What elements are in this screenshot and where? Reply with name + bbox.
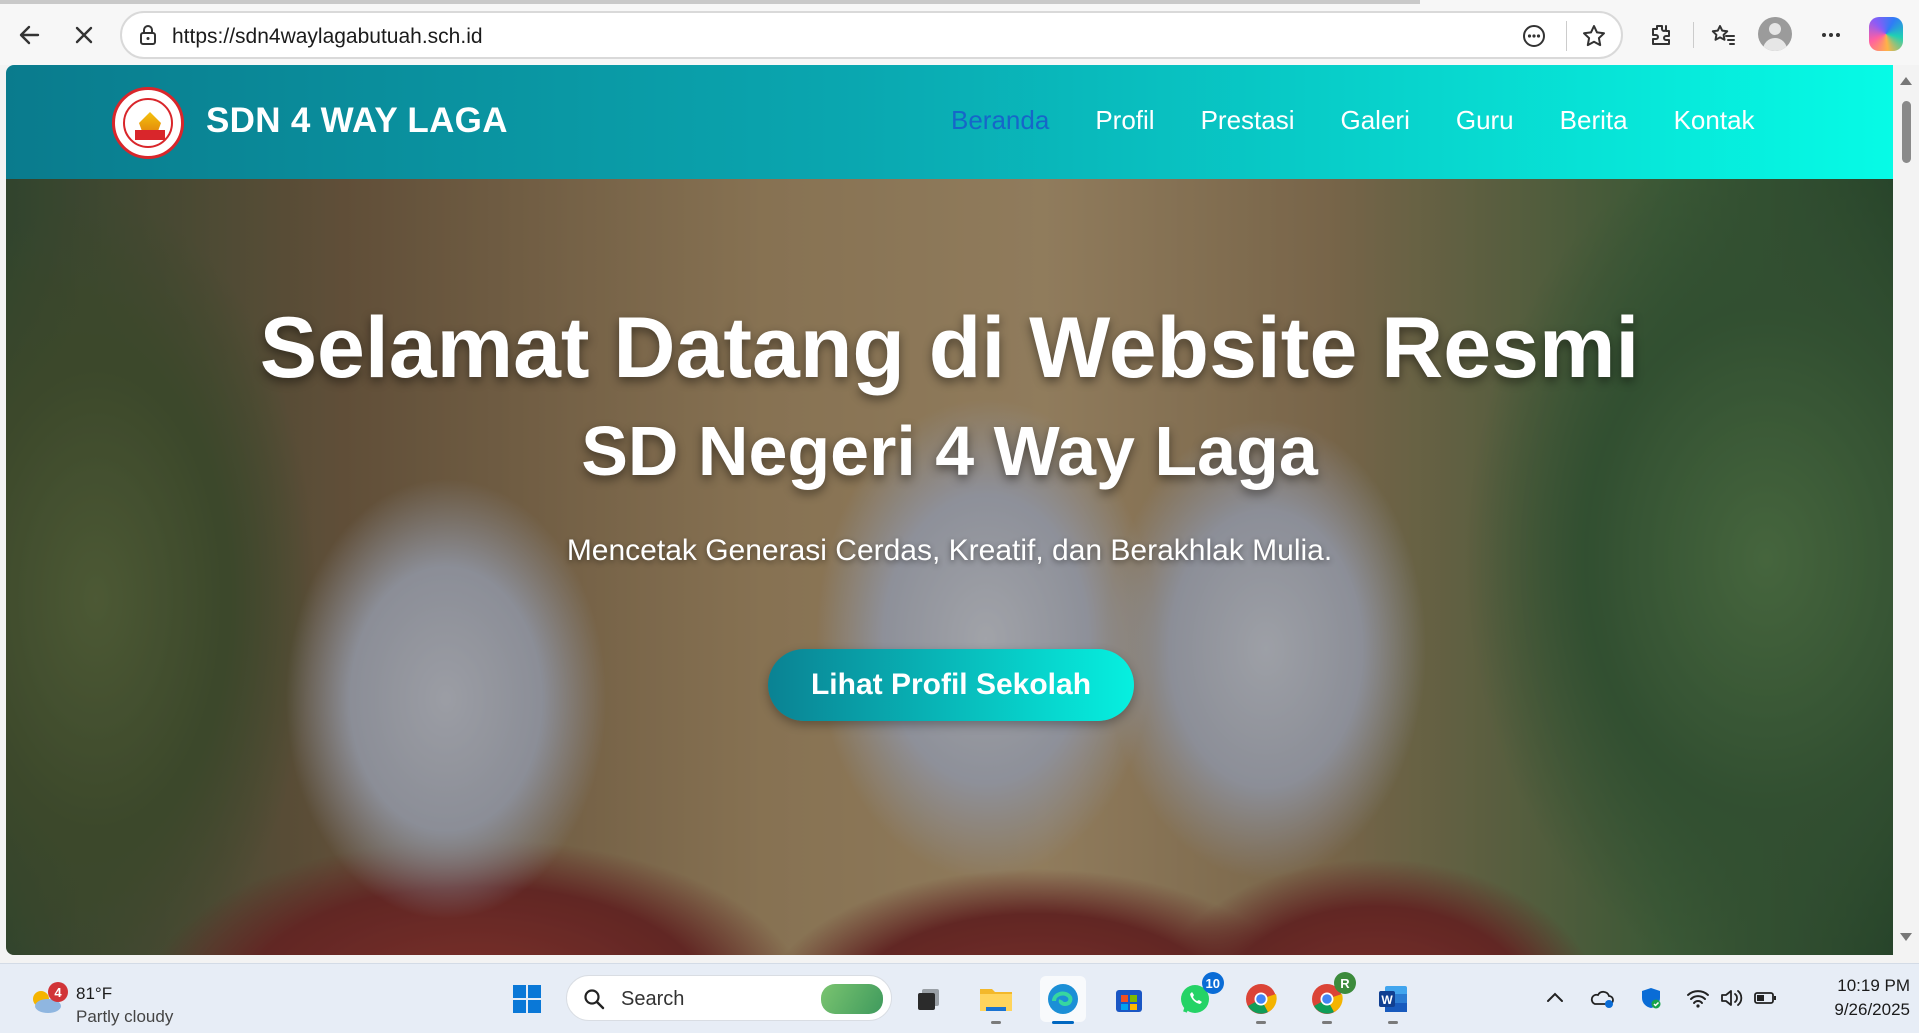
taskbar-app-chrome-profile[interactable]: R [1304, 972, 1356, 1024]
word-icon: W [1379, 986, 1407, 1012]
running-indicator [1388, 1021, 1398, 1024]
nav-item-kontak[interactable]: Kontak [1674, 105, 1755, 136]
task-view-button[interactable] [906, 976, 952, 1022]
weather-alert-badge: 4 [48, 982, 68, 1002]
chrome-icon [1246, 984, 1277, 1014]
wifi-icon[interactable] [1685, 985, 1711, 1011]
battery-icon[interactable] [1752, 985, 1778, 1011]
security-shield-icon[interactable] [1638, 985, 1664, 1011]
windows-start-icon [513, 985, 541, 1013]
favorite-star-icon[interactable] [1580, 22, 1608, 50]
volume-icon[interactable] [1718, 985, 1744, 1011]
scrollbar-thumb[interactable] [1902, 101, 1911, 163]
hero-tagline: Mencetak Generasi Cerdas, Kreatif, dan B… [566, 534, 1333, 567]
whatsapp-unread-badge: 10 [1201, 972, 1224, 994]
onedrive-icon[interactable] [1590, 985, 1616, 1011]
site-header: SDN 4 WAY LAGA Beranda Profil Prestasi G… [6, 65, 1893, 179]
nav-item-prestasi[interactable]: Prestasi [1201, 105, 1295, 136]
profile-avatar-icon[interactable] [1758, 17, 1792, 51]
more-menu-button[interactable] [1808, 12, 1854, 58]
favorites-icon [1711, 25, 1735, 45]
scroll-up-icon[interactable] [1900, 77, 1912, 85]
chrome-profile-badge: R [1334, 972, 1356, 994]
weather-temperature: 81°F [76, 984, 113, 1003]
page-scrollbar[interactable] [1893, 65, 1919, 955]
stop-loading-button[interactable] [61, 12, 107, 58]
browser-toolbar: https://sdn4waylagabutuah.sch.id [0, 0, 1919, 65]
taskbar-app-file-explorer[interactable] [973, 976, 1019, 1024]
running-indicator [1256, 1021, 1266, 1024]
taskbar-search-box[interactable]: Search [566, 975, 892, 1021]
folder-icon [980, 989, 1012, 1011]
taskbar-app-whatsapp[interactable]: 10 [1172, 972, 1224, 1022]
toolbar-divider [1693, 22, 1694, 48]
address-bar[interactable]: https://sdn4waylagabutuah.sch.id [120, 11, 1623, 59]
running-indicator [991, 1021, 1001, 1024]
taskbar-app-edge[interactable] [1040, 976, 1086, 1024]
view-school-profile-button[interactable]: Lihat Profil Sekolah [768, 649, 1134, 721]
stop-loading-icon [75, 26, 93, 44]
weather-widget[interactable]: 4 81°F Partly cloudy [24, 974, 204, 1026]
clock-date: 9/26/2025 [1834, 1000, 1910, 1019]
store-icon [1116, 990, 1142, 1012]
lock-icon[interactable] [136, 23, 160, 47]
weather-condition: Partly cloudy [76, 1007, 174, 1026]
running-indicator [1322, 1021, 1332, 1024]
back-button[interactable] [7, 12, 53, 58]
clock-time: 10:19 PM [1837, 976, 1910, 995]
favorites-button[interactable] [1700, 12, 1746, 58]
taskbar-app-microsoft-store[interactable] [1106, 976, 1152, 1022]
logo-emblem [123, 98, 173, 148]
page-loading-progress [0, 0, 1420, 4]
logo-book-icon [135, 130, 165, 140]
copilot-icon[interactable] [1869, 17, 1903, 51]
nav-item-beranda[interactable]: Beranda [951, 105, 1049, 136]
nav-item-guru[interactable]: Guru [1456, 105, 1514, 136]
task-view-icon [918, 989, 939, 1010]
logo-flame-icon [139, 112, 161, 132]
search-placeholder[interactable]: Search [621, 988, 684, 1011]
nav-item-profil[interactable]: Profil [1095, 105, 1154, 136]
school-logo[interactable] [112, 87, 184, 159]
taskbar-app-chrome[interactable] [1238, 976, 1284, 1024]
nav-item-galeri[interactable]: Galeri [1340, 105, 1409, 136]
taskbar-app-word[interactable]: W [1370, 976, 1416, 1024]
hero-section: Selamat Datang di Website Resmi SD Neger… [6, 179, 1893, 955]
search-highlight-image [821, 984, 883, 1014]
system-clock[interactable]: 10:19 PM 9/26/2025 [1800, 976, 1910, 1020]
nav-item-berita[interactable]: Berita [1560, 105, 1628, 136]
reading-mode-icon[interactable] [1520, 22, 1548, 50]
main-nav: Beranda Profil Prestasi Galeri Guru Beri… [951, 105, 1801, 136]
page-viewport: SDN 4 WAY LAGA Beranda Profil Prestasi G… [6, 65, 1893, 955]
scroll-down-icon[interactable] [1900, 933, 1912, 941]
search-icon [584, 989, 605, 1010]
show-hidden-icons-icon[interactable] [1542, 985, 1568, 1011]
start-button[interactable] [504, 976, 550, 1022]
site-title[interactable]: SDN 4 WAY LAGA [206, 101, 508, 141]
windows-taskbar: 4 81°F Partly cloudy Search 10 R W 10:19… [0, 963, 1919, 1033]
more-menu-icon [1822, 33, 1840, 37]
url-text[interactable]: https://sdn4waylagabutuah.sch.id [172, 25, 483, 49]
extensions-button[interactable] [1638, 12, 1684, 58]
edge-icon [1048, 984, 1078, 1014]
address-divider [1566, 21, 1567, 51]
back-arrow-icon [19, 25, 40, 45]
svg-text:W: W [1381, 993, 1393, 1007]
hero-title: Selamat Datang di Website Resmi [259, 300, 1640, 396]
extensions-icon [1652, 25, 1670, 45]
active-indicator [1052, 1021, 1074, 1024]
hero-subtitle: SD Negeri 4 Way Laga [581, 412, 1318, 490]
